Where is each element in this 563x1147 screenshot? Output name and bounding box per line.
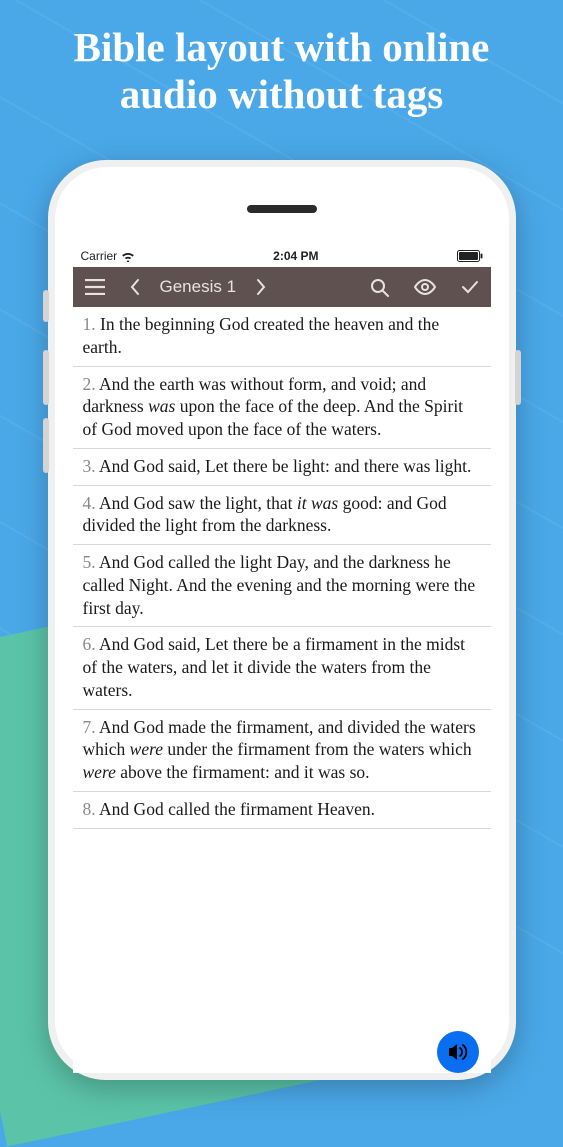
- verse-row[interactable]: 7. And God made the firmament, and divid…: [73, 710, 491, 792]
- verse-row[interactable]: 5. And God called the light Day, and the…: [73, 545, 491, 627]
- hamburger-icon: [85, 279, 105, 295]
- verse-text: And God called the firmament Heaven.: [99, 799, 375, 819]
- verse-number: 8.: [83, 799, 100, 819]
- battery-icon: [457, 250, 483, 262]
- verse-row[interactable]: 8. And God called the firmament Heaven.: [73, 792, 491, 829]
- nav-bar: Genesis 1: [73, 267, 491, 307]
- checkmark-icon: [461, 280, 479, 294]
- verse-number: 6.: [83, 634, 100, 654]
- verses-list[interactable]: 1. In the beginning God created the heav…: [73, 307, 491, 829]
- verse-text: And God called the light Day, and the da…: [83, 552, 476, 618]
- verse-text: And God saw the light, that it was good:…: [83, 493, 447, 536]
- menu-button[interactable]: [73, 267, 117, 307]
- verse-number: 3.: [83, 456, 100, 476]
- phone-mute-switch: [43, 290, 49, 322]
- verse-row[interactable]: 2. And the earth was without form, and v…: [73, 367, 491, 449]
- phone-volume-down: [43, 418, 49, 473]
- phone-frame: Carrier 2:04 PM: [48, 160, 516, 1080]
- verse-row[interactable]: 1. In the beginning God created the heav…: [73, 307, 491, 367]
- verse-number: 5.: [83, 552, 100, 572]
- verse-number: 2.: [83, 374, 100, 394]
- verse-text: And God made the firmament, and divided …: [83, 717, 476, 783]
- verse-row[interactable]: 4. And God saw the light, that it was go…: [73, 486, 491, 546]
- verse-text: And God said, Let there be light: and th…: [99, 456, 471, 476]
- promo-title-line2: audio without tags: [30, 71, 533, 118]
- status-bar: Carrier 2:04 PM: [73, 245, 491, 267]
- verse-text: In the beginning God created the heaven …: [83, 314, 440, 357]
- verse-row[interactable]: 6. And God said, Let there be a firmamen…: [73, 627, 491, 709]
- verse-row[interactable]: 3. And God said, Let there be light: and…: [73, 449, 491, 486]
- wifi-icon: [121, 251, 135, 262]
- search-icon: [370, 278, 389, 297]
- view-button[interactable]: [401, 267, 449, 307]
- verse-number: 1.: [83, 314, 101, 334]
- phone-volume-up: [43, 350, 49, 405]
- verse-text: And God said, Let there be a firmament i…: [83, 634, 466, 700]
- audio-button[interactable]: [437, 1031, 479, 1073]
- search-button[interactable]: [358, 267, 401, 307]
- mark-button[interactable]: [449, 267, 491, 307]
- verse-text: And the earth was without form, and void…: [83, 374, 464, 440]
- next-chapter-button[interactable]: [244, 267, 279, 307]
- carrier-label: Carrier: [81, 249, 118, 263]
- time-label: 2:04 PM: [273, 249, 318, 263]
- speaker-icon: [447, 1042, 469, 1062]
- prev-chapter-button[interactable]: [117, 267, 152, 307]
- chevron-left-icon: [129, 278, 140, 296]
- phone-speaker: [247, 205, 317, 213]
- eye-icon: [413, 279, 437, 295]
- verse-number: 7.: [83, 717, 100, 737]
- phone-power-button: [515, 350, 521, 405]
- chapter-title[interactable]: Genesis 1: [152, 277, 245, 297]
- chevron-right-icon: [256, 278, 267, 296]
- verse-number: 4.: [83, 493, 100, 513]
- promo-title: Bible layout with online audio without t…: [0, 0, 563, 132]
- promo-title-line1: Bible layout with online: [30, 24, 533, 71]
- screen: Carrier 2:04 PM: [73, 245, 491, 1073]
